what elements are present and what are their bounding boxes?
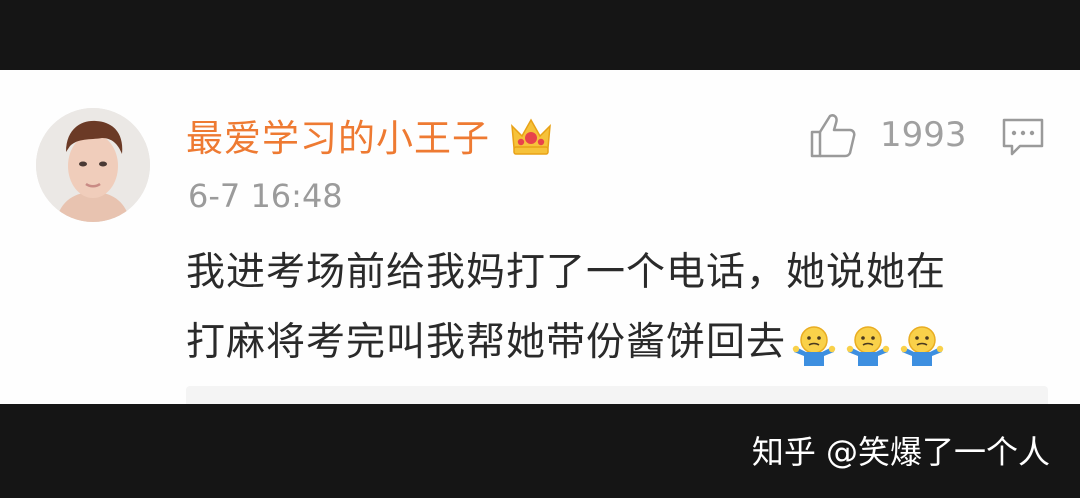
zhihu-watermark: 知乎 @笑爆了一个人 xyxy=(751,433,1050,471)
shrug-emoji-icon xyxy=(792,326,836,366)
top-black-bar xyxy=(0,0,1080,70)
shrug-emoji-icon xyxy=(900,326,944,366)
emoji-row xyxy=(790,310,952,380)
comment-line-2: 打麻将考完叫我帮她带份酱饼回去 xyxy=(186,308,1066,380)
comment-timestamp: 6-7 16:48 xyxy=(188,177,343,215)
username[interactable]: 最爱学习的小王子 xyxy=(186,116,490,162)
avatar[interactable] xyxy=(36,108,150,222)
reply-comment-icon[interactable] xyxy=(1000,114,1046,160)
comment-line-2-text: 打麻将考完叫我帮她带份酱饼回去 xyxy=(186,320,787,365)
comment-card: 最爱学习的小王子 6-7 16:48 1993 我进考场前给我妈打了一个电话，她… xyxy=(0,70,1080,404)
thumbs-up-icon xyxy=(808,110,858,160)
like-button[interactable]: 1993 xyxy=(808,110,972,166)
comment-body: 我进考场前给我妈打了一个电话，她说她在 打麻将考完叫我帮她带份酱饼回去 xyxy=(186,238,1066,380)
shrug-emoji-icon xyxy=(846,326,890,366)
comment-line-1: 我进考场前给我妈打了一个电话，她说她在 xyxy=(186,250,947,295)
crown-badge-icon xyxy=(508,114,554,160)
next-item-strip xyxy=(186,386,1048,404)
like-count: 1993 xyxy=(880,115,967,155)
avatar-portrait-icon xyxy=(36,108,150,222)
